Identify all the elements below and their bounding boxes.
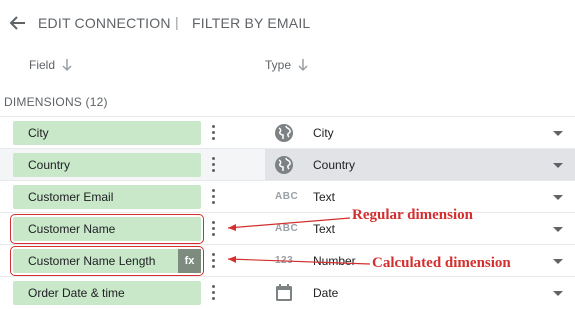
annotation-calculated-dimension: Calculated dimension — [372, 255, 511, 271]
annotation-regular-dimension: Regular dimension — [352, 207, 473, 223]
